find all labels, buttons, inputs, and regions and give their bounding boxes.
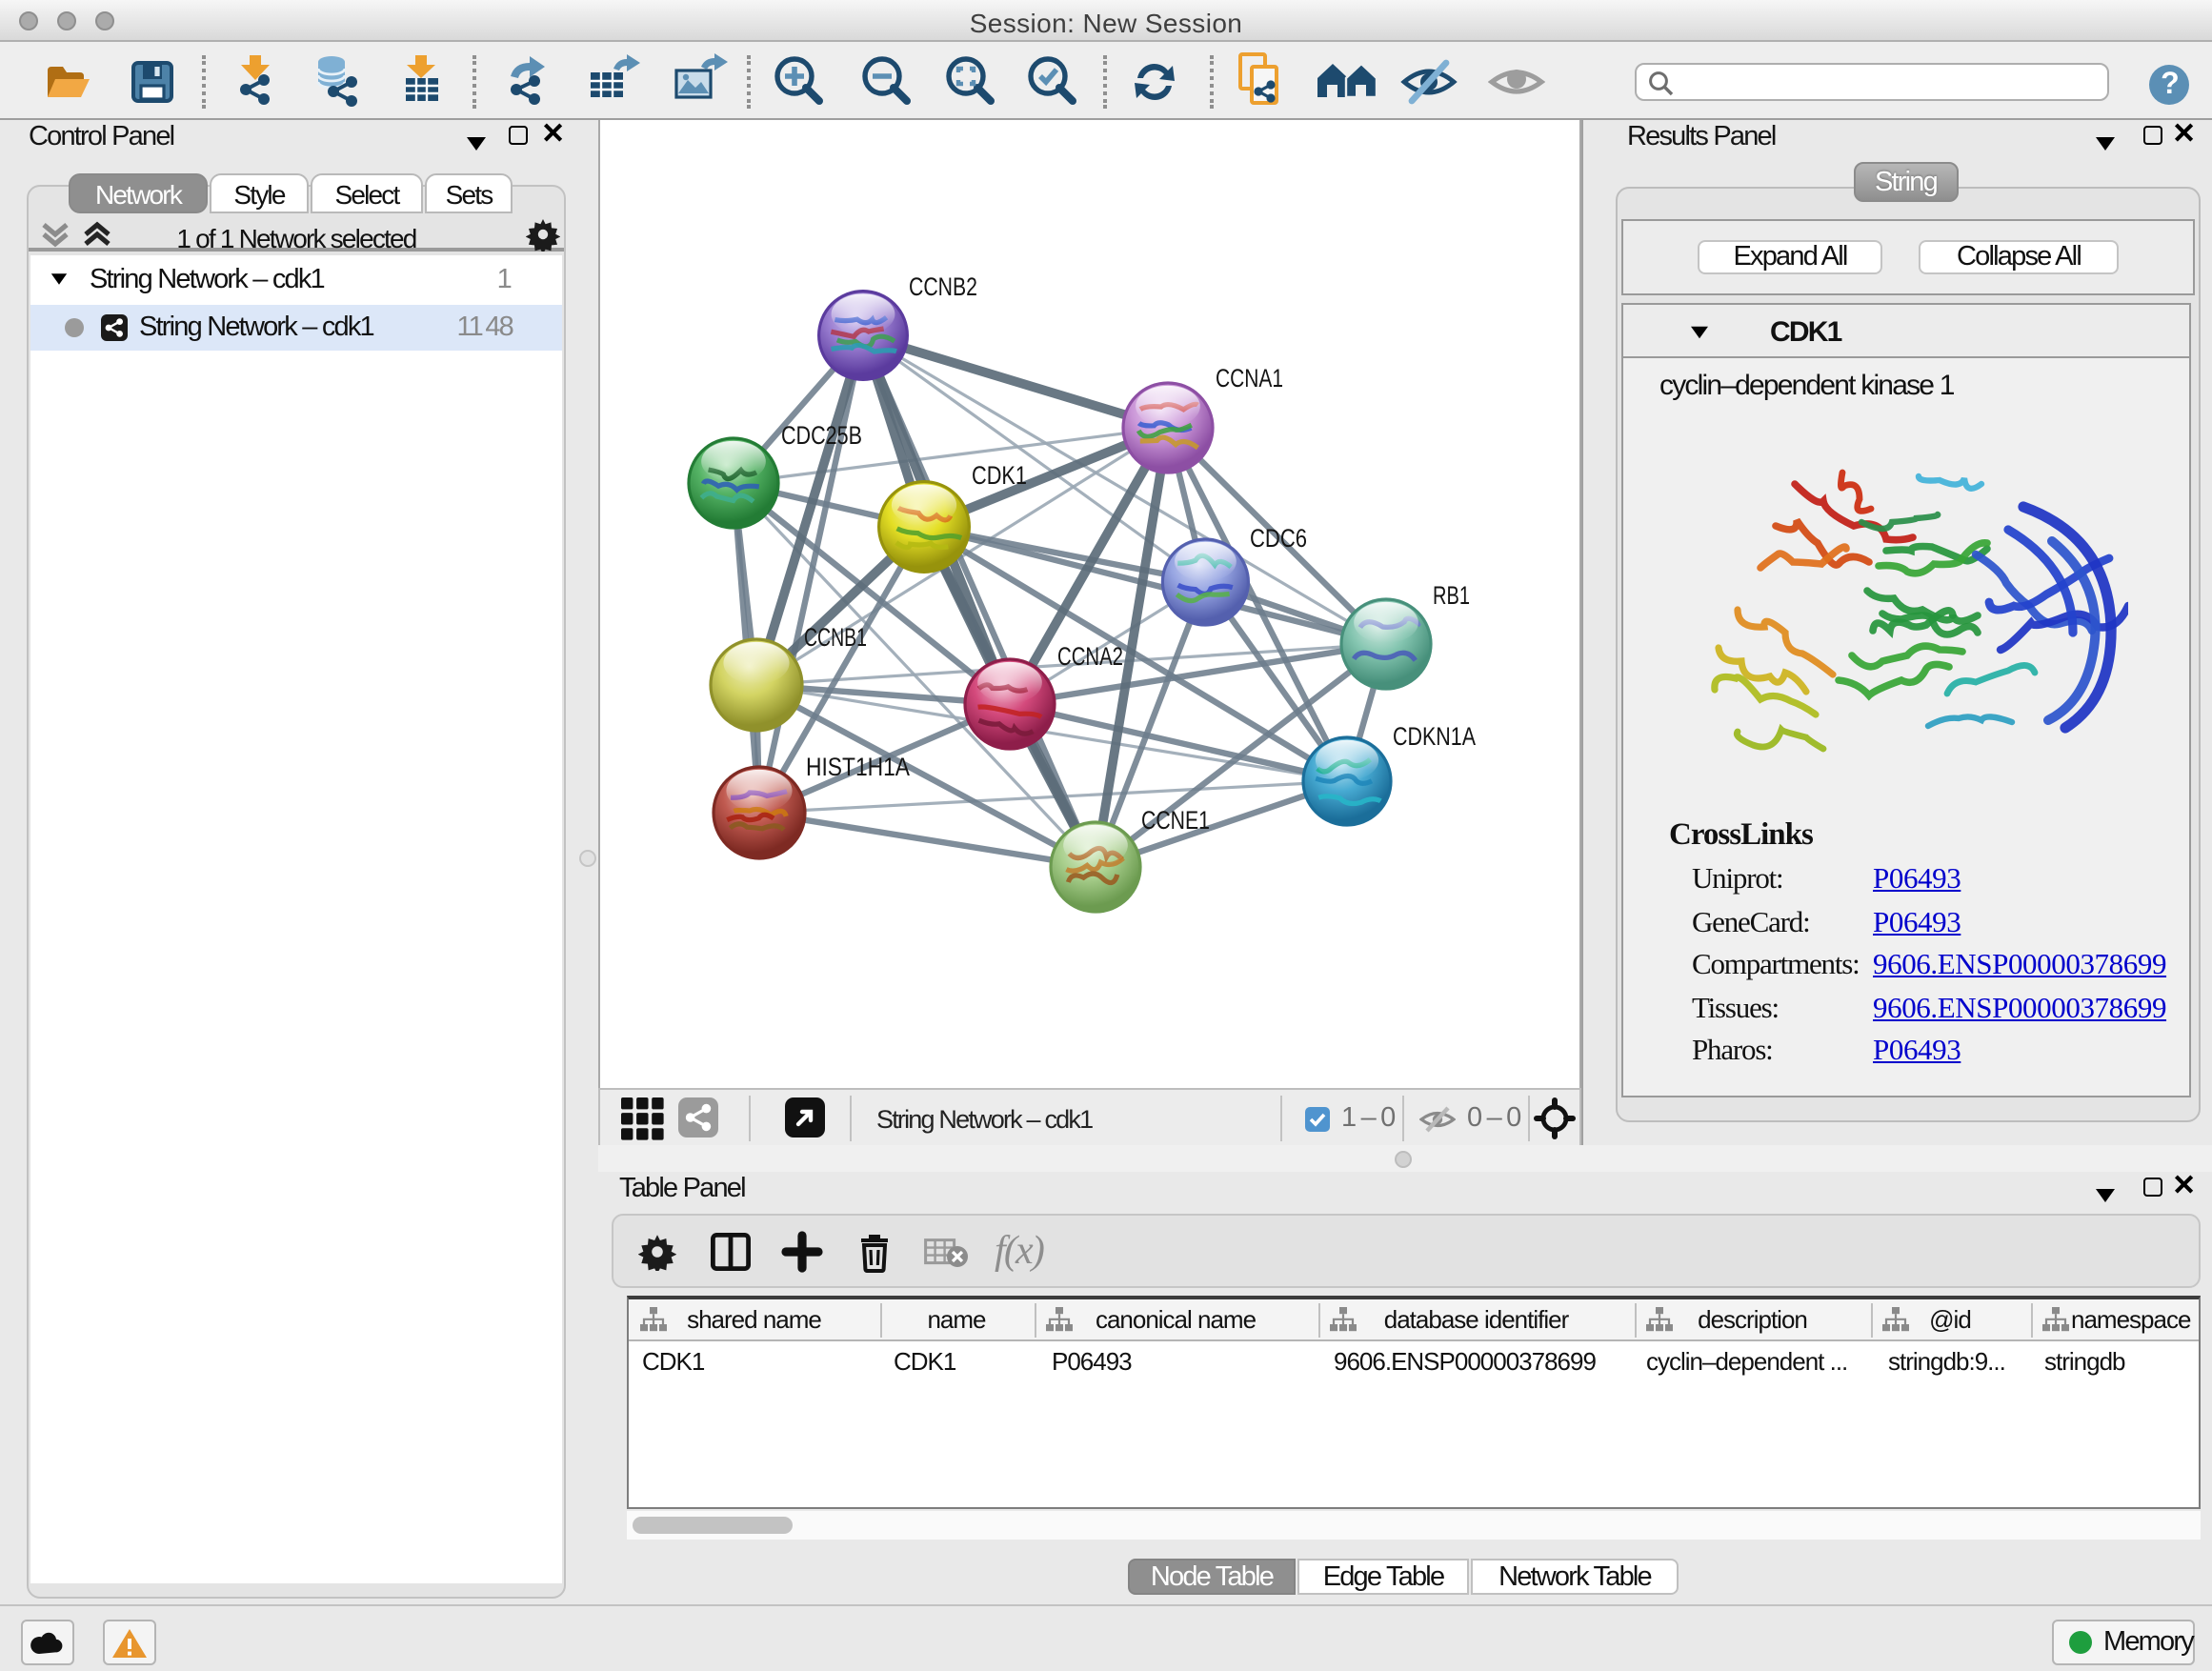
svg-text:CCNB1: CCNB1 xyxy=(804,623,867,652)
svg-text:HIST1H1A: HIST1H1A xyxy=(806,753,910,781)
svg-text:CCNA1: CCNA1 xyxy=(1216,364,1283,393)
svg-text:RB1: RB1 xyxy=(1433,581,1470,610)
svg-text:CDC6: CDC6 xyxy=(1250,524,1307,553)
svg-text:CDK1: CDK1 xyxy=(972,461,1027,490)
svg-text:CDC25B: CDC25B xyxy=(781,421,862,450)
svg-text:CDKN1A: CDKN1A xyxy=(1393,722,1476,751)
svg-text:CCNB2: CCNB2 xyxy=(909,272,977,301)
svg-text:CCNE1: CCNE1 xyxy=(1141,806,1210,835)
svg-text:CCNA2: CCNA2 xyxy=(1057,642,1123,671)
